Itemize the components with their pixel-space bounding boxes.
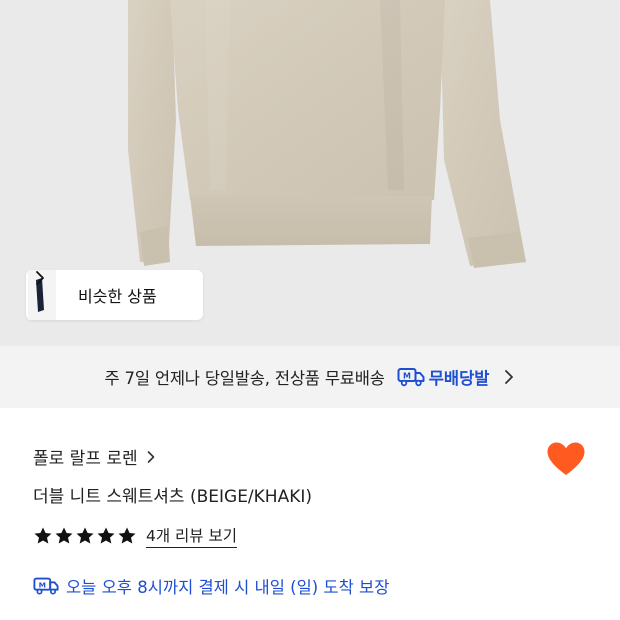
fast-delivery-badge: M 무배당발 — [397, 365, 490, 389]
chevron-right-icon — [36, 271, 44, 285]
star-icon — [76, 527, 94, 544]
delivery-truck-icon: M — [33, 577, 59, 595]
svg-text:M: M — [403, 372, 411, 381]
star-icon — [118, 527, 136, 544]
delivery-truck-icon: M — [397, 368, 425, 387]
rating-row: 4개 리뷰 보기 — [33, 524, 238, 548]
shipping-text: 주 7일 언제나 당일발송, 전상품 무료배송 — [104, 369, 385, 388]
star-icon — [55, 527, 73, 544]
chevron-right-icon — [505, 370, 514, 384]
brand-link[interactable]: 폴로 랄프 로렌 — [33, 444, 156, 469]
delivery-guarantee: M 오늘 오후 8시까지 결제 시 내일 (일) 도착 보장 — [33, 574, 389, 598]
star-icon — [34, 527, 52, 544]
product-image[interactable]: 비슷한 상품 — [0, 0, 620, 346]
fast-delivery-label: 무배당발 — [428, 369, 490, 388]
heart-icon[interactable] — [546, 441, 586, 477]
rating-stars — [33, 526, 138, 546]
star-icon — [97, 527, 115, 544]
svg-text:M: M — [39, 580, 46, 589]
similar-products-button[interactable]: 비슷한 상품 — [26, 270, 203, 320]
shipping-banner[interactable]: 주 7일 언제나 당일발송, 전상품 무료배송 M 무배당발 — [0, 346, 620, 408]
chevron-right-icon — [147, 450, 154, 463]
product-title: 더블 니트 스웨트셔츠 (BEIGE/KHAKI) — [33, 487, 313, 507]
brand-name: 폴로 랄프 로렌 — [33, 449, 138, 469]
delivery-guarantee-text: 오늘 오후 8시까지 결제 시 내일 (일) 도착 보장 — [66, 578, 390, 597]
review-link[interactable]: 4개 리뷰 보기 — [146, 524, 238, 548]
similar-products-label: 비슷한 상품 — [78, 287, 157, 306]
